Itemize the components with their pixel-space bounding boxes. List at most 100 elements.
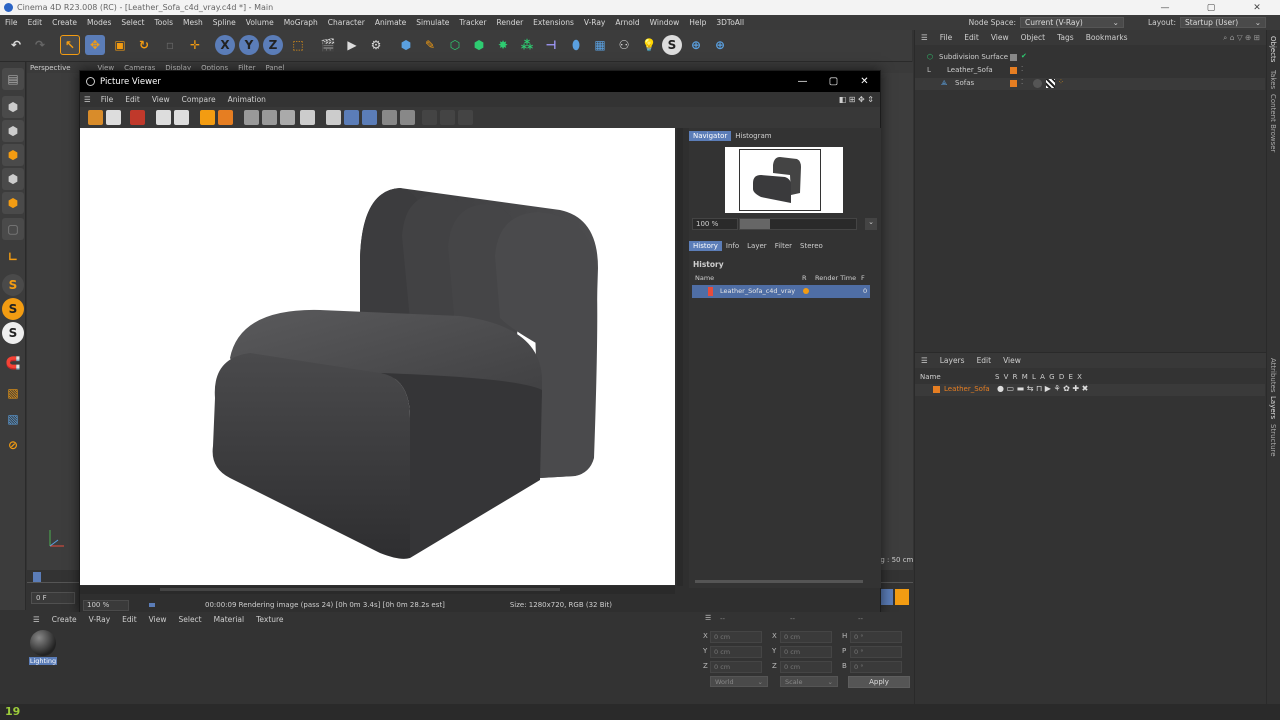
menu-create[interactable]: Create xyxy=(47,18,82,27)
hamburger-icon[interactable]: ☰ xyxy=(27,615,46,624)
objects-menu-tags[interactable]: Tags xyxy=(1051,33,1080,42)
color-picker-icon[interactable] xyxy=(280,110,295,125)
layer-color-icon[interactable] xyxy=(933,386,940,393)
pv-menu-view[interactable]: View xyxy=(146,95,176,104)
size-z-field[interactable]: 0 cm xyxy=(780,661,832,673)
pv-close-button[interactable]: ✕ xyxy=(849,76,880,87)
clone-icon[interactable] xyxy=(218,110,233,125)
menu-help[interactable]: Help xyxy=(684,18,711,27)
vtab-layers[interactable]: Layers xyxy=(1269,396,1277,419)
layer-color-icon[interactable] xyxy=(1010,67,1017,74)
picture-viewer-title-bar[interactable]: Picture Viewer — ▢ ✕ xyxy=(80,71,880,92)
material-menu-select[interactable]: Select xyxy=(172,615,207,624)
menu-3dtoall[interactable]: 3DToAll xyxy=(711,18,749,27)
vtab-content-browser[interactable]: Content Browser xyxy=(1269,94,1277,152)
subdivision-icon[interactable]: ⬡ xyxy=(445,35,465,55)
select-tool-icon[interactable]: ↖ xyxy=(60,35,80,55)
panel-layout-icon[interactable]: ◧ ⊞ ✥ ⇕ xyxy=(839,95,880,104)
hamburger-icon[interactable]: ☰ xyxy=(915,33,934,42)
script-icon[interactable]: ⊕ xyxy=(710,35,730,55)
rot-p-field[interactable]: 0 ° xyxy=(850,646,902,658)
snap-icon[interactable]: S xyxy=(2,274,24,296)
tab-info[interactable]: Info xyxy=(722,241,743,251)
size-x-field[interactable]: 0 cm xyxy=(780,631,832,643)
tab-stereo[interactable]: Stereo xyxy=(796,241,827,251)
locked-workplane-icon[interactable]: ▧ xyxy=(2,408,24,430)
recent-tool-icon[interactable]: ▫ xyxy=(160,35,180,55)
scale-tool-icon[interactable]: ▣ xyxy=(110,35,130,55)
menu-tools[interactable]: Tools xyxy=(150,18,178,27)
cloner-icon[interactable]: ✸ xyxy=(493,35,513,55)
model-mode-icon[interactable]: ⬢ xyxy=(2,96,24,118)
workplane-icon[interactable]: S xyxy=(2,322,24,344)
floor-icon[interactable]: ▦ xyxy=(590,35,610,55)
zoom-icon[interactable] xyxy=(174,110,189,125)
b-icon[interactable] xyxy=(400,110,415,125)
objects-menu-edit[interactable]: Edit xyxy=(958,33,985,42)
material-menu-material[interactable]: Material xyxy=(208,615,250,624)
visibility-dots-icon[interactable]: ⁚ xyxy=(1021,78,1023,86)
history-col-r[interactable]: R xyxy=(802,274,807,282)
tab-history[interactable]: History xyxy=(689,241,722,251)
pos-y-field[interactable]: 0 cm xyxy=(710,646,762,658)
pv-minimize-button[interactable]: — xyxy=(787,76,818,87)
history-row[interactable]: Leather_Sofa_c4d_vray 0 xyxy=(692,285,870,298)
layers-menu-layers[interactable]: Layers xyxy=(934,356,971,365)
menu-file[interactable]: File xyxy=(0,18,23,27)
layout-dropdown[interactable]: Startup (User) ⌄ xyxy=(1180,17,1266,28)
layers-col-flags[interactable]: S V R M L A G D E X xyxy=(995,373,1083,381)
uv-mode-icon[interactable]: ▢ xyxy=(2,218,24,240)
menu-character[interactable]: Character xyxy=(323,18,370,27)
object-row[interactable]: L Leather_Sofa ⁚ xyxy=(915,65,1265,77)
split-h-icon[interactable] xyxy=(344,110,359,125)
pv-menu-file[interactable]: File xyxy=(95,95,120,104)
field-icon[interactable]: ⬮ xyxy=(566,35,586,55)
menu-arnold[interactable]: Arnold xyxy=(610,18,644,27)
a-icon[interactable] xyxy=(382,110,397,125)
layers-menu-view[interactable]: View xyxy=(997,356,1027,365)
material-item[interactable]: Lighting xyxy=(29,629,57,667)
layer-flags-icons[interactable]: ● ▭ ▬ ⇆ ⊓ ▶ ⚘ ✿ ✚ ✖ xyxy=(997,384,1088,393)
menu-extensions[interactable]: Extensions xyxy=(528,18,579,27)
layers-menu-edit[interactable]: Edit xyxy=(971,356,998,365)
pv-menu-compare[interactable]: Compare xyxy=(176,95,222,104)
tab-histogram[interactable]: Histogram xyxy=(731,131,775,141)
render-canvas[interactable] xyxy=(80,128,675,585)
texture-tag-icon[interactable] xyxy=(1046,79,1055,88)
tab-navigator[interactable]: Navigator xyxy=(689,131,732,141)
hamburger-icon[interactable]: ☰ xyxy=(915,356,934,365)
menu-spline[interactable]: Spline xyxy=(208,18,241,27)
material-tag-icon[interactable] xyxy=(1033,79,1042,88)
material-menu-edit[interactable]: Edit xyxy=(116,615,143,624)
layer-row[interactable]: Leather_Sofa ● ▭ ▬ ⇆ ⊓ ▶ ⚘ ✿ ✚ ✖ xyxy=(915,384,1265,396)
stop-render-icon[interactable] xyxy=(130,110,145,125)
undo-icon[interactable]: ↶ xyxy=(6,35,26,55)
size-mode-dropdown[interactable]: Scale ⌄ xyxy=(780,676,838,687)
node-space-dropdown[interactable]: Current (V-Ray) ⌄ xyxy=(1019,17,1124,28)
size-y-field[interactable]: 0 cm xyxy=(780,646,832,658)
camera-icon[interactable]: ⚇ xyxy=(614,35,634,55)
vtab-attributes[interactable]: Attributes xyxy=(1269,358,1277,393)
navigator-zoom-field[interactable]: 100 % xyxy=(692,218,738,230)
mograph-icon[interactable]: ⁂ xyxy=(517,35,537,55)
save-icon[interactable] xyxy=(106,110,121,125)
navigator-thumbnail[interactable] xyxy=(725,147,843,213)
menu-simulate[interactable]: Simulate xyxy=(411,18,454,27)
menu-select[interactable]: Select xyxy=(116,18,149,27)
render-settings-icon[interactable]: ⚙ xyxy=(366,35,386,55)
search-icon[interactable]: ⌕ ⌂ ▽ ⊕ ⊞ xyxy=(1217,33,1266,43)
apply-button[interactable]: Apply xyxy=(848,676,910,688)
y-axis-button[interactable]: Y xyxy=(239,35,259,55)
maximize-button[interactable]: ▢ xyxy=(1188,3,1234,13)
status-zoom-field[interactable]: 100 % xyxy=(83,599,129,611)
move-tool-icon[interactable]: ✥ xyxy=(85,35,105,55)
coordinate-system-dropdown[interactable]: World ⌄ xyxy=(710,676,768,687)
fit-icon[interactable] xyxy=(156,110,171,125)
menu-tracker[interactable]: Tracker xyxy=(454,18,491,27)
snap-settings-icon[interactable]: S xyxy=(2,298,24,320)
copy-icon[interactable] xyxy=(200,110,215,125)
rot-h-field[interactable]: 0 ° xyxy=(850,631,902,643)
vertical-scrollbar[interactable] xyxy=(677,128,683,586)
render-region-icon[interactable]: 🎬 xyxy=(318,35,338,55)
history-col-render-time[interactable]: Render Time xyxy=(815,274,856,282)
